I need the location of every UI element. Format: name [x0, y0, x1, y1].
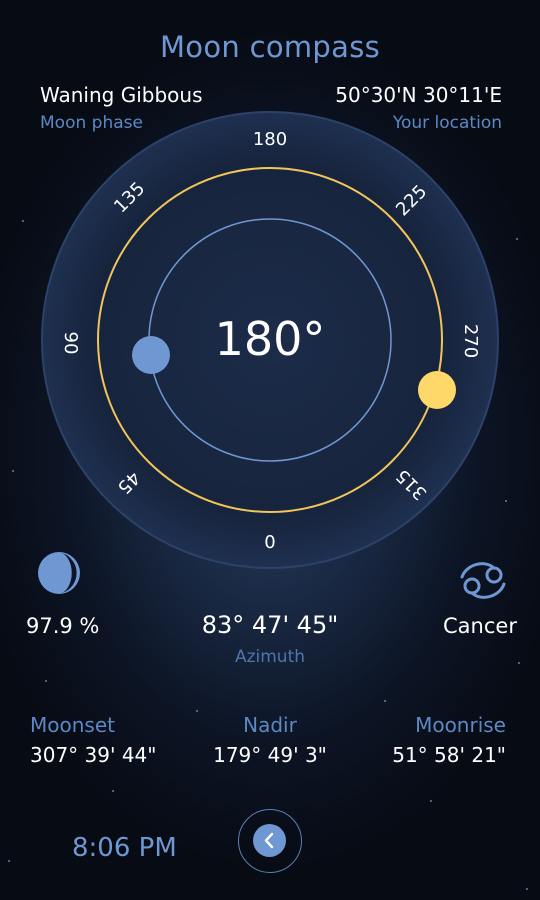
sun-marker	[418, 371, 456, 409]
moonset-label: Moonset	[30, 713, 115, 737]
moonset-value: 307° 39' 44"	[30, 743, 157, 767]
nadir-value: 179° 49' 3"	[213, 743, 327, 767]
back-button-circle	[253, 824, 286, 857]
illumination-percent: 97.9 %	[26, 614, 100, 638]
zodiac-label: Cancer	[443, 614, 517, 638]
cancer-zodiac-icon	[458, 558, 508, 604]
moonrise-label: Moonrise	[415, 713, 506, 737]
tick-90: 90	[60, 331, 81, 355]
moon-phase-value: Waning Gibbous	[40, 83, 203, 107]
moon-phase-icon	[36, 550, 82, 596]
tick-0: 0	[264, 532, 276, 553]
chevron-left-icon	[264, 832, 274, 849]
nadir-label: Nadir	[243, 713, 297, 737]
moonrise-value: 51° 58' 21"	[392, 743, 506, 767]
azimuth-label: Azimuth	[234, 647, 306, 667]
app-title: Moon compass	[159, 30, 381, 64]
current-time: 8:06 PM	[72, 833, 177, 863]
location-value: 50°30'N 30°11'E	[335, 83, 502, 107]
azimuth-value: 83° 47' 45"	[201, 611, 339, 639]
back-button[interactable]	[238, 809, 302, 873]
heading-readout: 180°	[214, 312, 326, 366]
moon-marker	[132, 336, 170, 374]
tick-180: 180	[252, 129, 288, 150]
tick-270: 270	[460, 323, 481, 359]
